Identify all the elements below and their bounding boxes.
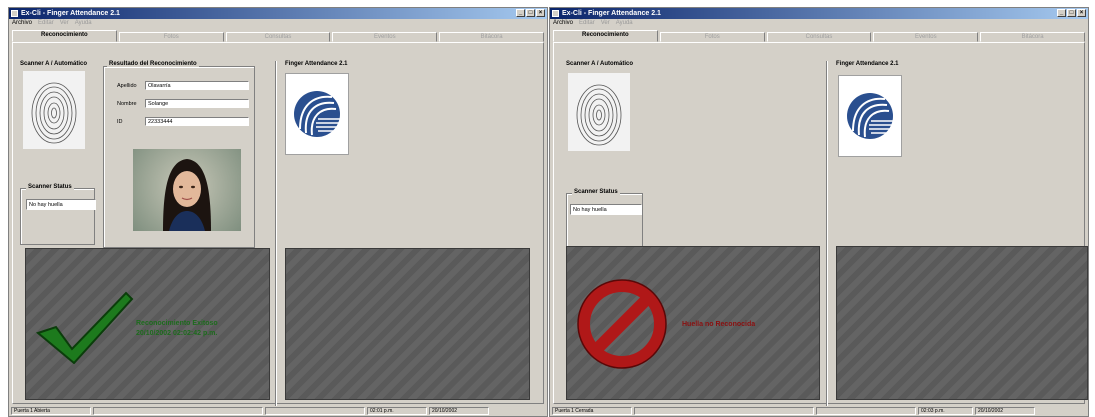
panel-divider [275,61,277,406]
window-title: Ex-Cli - Finger Attendance 2.1 [21,10,120,17]
nombre-field[interactable] [145,99,249,108]
tab-reconocimiento[interactable]: Reconocimiento [553,30,658,42]
close-button[interactable]: × [536,9,545,17]
maximize-button[interactable]: □ [526,9,535,17]
menu-editar[interactable]: Editar [579,19,595,28]
panel-divider [826,61,828,406]
status-empty [634,407,814,415]
scanner-status-group [20,188,95,245]
menu-ver[interactable]: Ver [60,19,69,28]
menu-ayuda[interactable]: Ayuda [616,19,633,28]
nombre-label: Nombre [117,101,137,107]
person-photo [133,149,241,231]
failure-message: Huella no Reconocida [682,321,756,328]
tab-eventos[interactable]: Eventos [873,32,979,42]
maximize-button[interactable]: □ [1067,9,1076,17]
result-display-panel: Reconocimiento Exitoso 20/10/2002 02:02:… [25,248,270,400]
status-date: 20/10/2002 [429,407,489,415]
status-spacer [265,407,365,415]
scanner-status-field: No hay huella [26,199,96,210]
title-bar[interactable]: Ex-Cli - Finger Attendance 2.1 _ □ × [9,8,547,19]
scanner-status-label: Scanner Status [572,189,620,195]
scanner-status-group [566,193,643,247]
status-time: 02:03 p.m. [918,407,973,415]
result-display-panel: Huella no Reconocida [566,246,820,400]
tab-content: Scanner A / Automático Scanner Status No… [553,42,1088,406]
scanner-status-label: Scanner Status [26,184,74,190]
minimize-button[interactable]: _ [516,9,525,17]
prohibited-icon [577,279,667,369]
status-bar: Puerta 1 Cerrada 02:03 p.m. 20/10/2002 [550,406,1088,416]
app-label: Finger Attendance 2.1 [836,61,899,67]
tab-content: Scanner A / Automático Resultado del Rec… [12,42,544,406]
checkmark-icon [35,291,134,364]
logo-icon [294,91,340,137]
app-icon [11,10,18,17]
tab-bitacora[interactable]: Bitácora [439,32,544,42]
scanner-status-field: No hay huella [570,204,642,215]
scanner-label: Scanner A / Automático [566,61,634,67]
success-timestamp: 20/10/2002 02:02:42 p.m. [136,330,218,337]
company-logo [285,73,349,155]
tab-consultas[interactable]: Consultas [766,32,872,42]
status-bar: Puerta 1 Abierta 02:01 p.m. 20/10/2002 [9,406,547,416]
app-label: Finger Attendance 2.1 [285,61,348,67]
status-spacer [816,407,916,415]
tab-strip: Reconocimiento Fotos Consultas Eventos B… [12,30,544,42]
menu-ayuda[interactable]: Ayuda [75,19,92,28]
fingerprint-image [23,71,85,149]
window-success: Ex-Cli - Finger Attendance 2.1 _ □ × Arc… [8,7,548,417]
window-title: Ex-Cli - Finger Attendance 2.1 [562,10,661,17]
tab-fotos[interactable]: Fotos [659,32,765,42]
menu-ver[interactable]: Ver [601,19,610,28]
secondary-display-panel [836,246,1088,400]
close-button[interactable]: × [1077,9,1086,17]
tab-eventos[interactable]: Eventos [332,32,438,42]
door-status: Puerta 1 Abierta [11,407,91,415]
id-label: ID [117,119,123,125]
app-icon [552,10,559,17]
minimize-button[interactable]: _ [1057,9,1066,17]
status-time: 02:01 p.m. [367,407,427,415]
secondary-display-panel [285,248,530,400]
logo-icon [847,93,893,139]
apellido-label: Apellido [117,83,137,89]
title-bar[interactable]: Ex-Cli - Finger Attendance 2.1 _ □ × [550,8,1088,19]
apellido-field[interactable] [145,81,249,90]
tab-fotos[interactable]: Fotos [118,32,224,42]
status-date: 20/10/2002 [975,407,1035,415]
success-message: Reconocimiento Exitoso [136,320,218,327]
door-status: Puerta 1 Cerrada [552,407,632,415]
menu-archivo[interactable]: Archivo [12,19,32,28]
tab-bitacora[interactable]: Bitácora [980,32,1085,42]
menu-editar[interactable]: Editar [38,19,54,28]
fingerprint-image [568,73,630,151]
menu-bar: Archivo Editar Ver Ayuda [550,19,1088,28]
status-empty [93,407,263,415]
tab-consultas[interactable]: Consultas [225,32,331,42]
result-label: Resultado del Reconocimiento [107,61,199,67]
company-logo [838,75,902,157]
menu-bar: Archivo Editar Ver Ayuda [9,19,547,28]
tab-reconocimiento[interactable]: Reconocimiento [12,30,117,42]
id-field[interactable] [145,117,249,126]
tab-strip: Reconocimiento Fotos Consultas Eventos B… [553,30,1085,42]
menu-archivo[interactable]: Archivo [553,19,573,28]
window-failure: Ex-Cli - Finger Attendance 2.1 _ □ × Arc… [549,7,1089,417]
scanner-label: Scanner A / Automático [20,61,88,67]
